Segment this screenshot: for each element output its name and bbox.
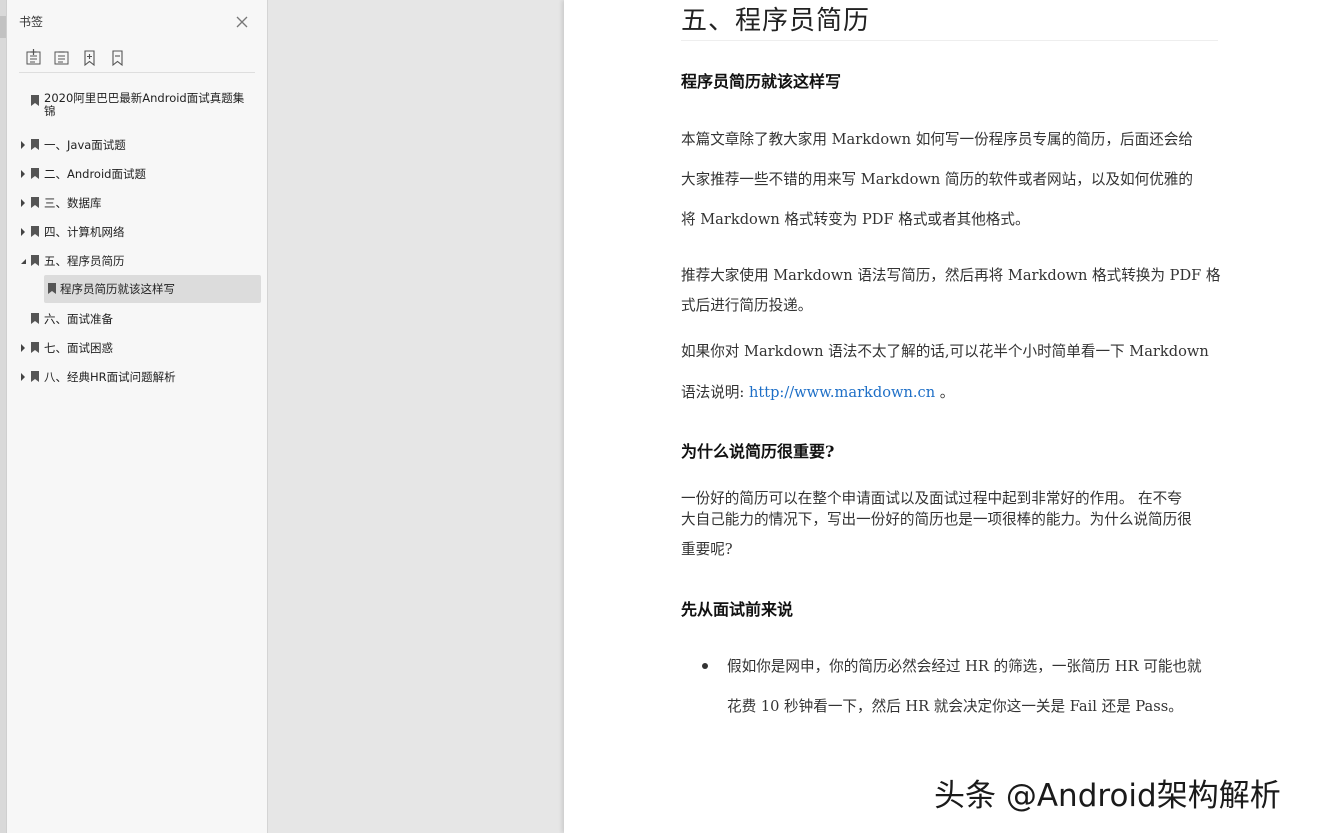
bookmark-ribbon-icon [48,283,56,294]
bookmark-item-java[interactable]: 一、Java面试题 [7,132,267,158]
list-item-line: 花费 10 秒钟看一下，然后 HR 就会决定你这一关是 Fail 还是 Pass… [727,698,1183,715]
syntax-label: 语法说明: [681,384,749,401]
bookmark-ribbon-icon [31,139,39,150]
bookmark-ribbon-icon [31,313,39,324]
bookmark-panel: 书签 2020阿里巴巴最新Android面试真题集锦 一、Java面试题 二、A… [7,0,268,833]
bookmark-toolbar [19,46,255,73]
bookmark-item-interview-prep[interactable]: 六、面试准备 [7,306,267,332]
bookmark-item-resume-how-to[interactable]: 程序员简历就该这样写 [7,275,267,303]
bookmark-label: 程序员简历就该这样写 [60,282,175,296]
caret-right-icon[interactable] [18,372,28,382]
bookmark-ribbon-icon [31,371,39,382]
text-line: 式后进行简历投递。 [681,297,813,314]
document-page: 五、程序员简历 程序员简历就该这样写 本篇文章除了教大家用 Markdown 如… [564,0,1336,833]
bookmark-ribbon-icon [31,95,39,106]
markdown-link[interactable]: http://www.markdown.cn [749,384,935,401]
text-line: 语法说明: http://www.markdown.cn 。 [681,381,954,402]
text-line: 如果你对 Markdown 语法不太了解的话,可以花半个小时简单看一下 Mark… [681,343,1209,360]
text-line: 大自己能力的情况下，写出一份好的简历也是一项很棒的能力。为什么说简历很 [681,511,1192,528]
bookmark-panel-title: 书签 [19,15,44,29]
collapse-all-icon[interactable] [52,48,72,68]
left-edge-strip [0,0,7,833]
bookmark-item-android[interactable]: 二、Android面试题 [7,161,267,187]
page-heading: 五、程序员简历 [681,6,871,36]
caret-down-icon[interactable] [18,256,28,266]
text-line: 重要呢? [681,541,733,558]
caret-right-icon[interactable] [18,198,28,208]
bookmark-label: 七、面试困惑 [44,341,113,355]
text-line: 本篇文章除了教大家用 Markdown 如何写一份程序员专属的简历，后面还会给 [681,131,1193,148]
bookmark-ribbon-icon [31,168,39,179]
bookmark-item-resume[interactable]: 五、程序员简历 [7,248,267,274]
text-line: 一份好的简历可以在整个申请面试以及面试过程中起到非常好的作用。 在不夸 [681,490,1182,507]
text-line: 将 Markdown 格式转变为 PDF 格式或者其他格式。 [681,211,1030,228]
text-line: 推荐大家使用 Markdown 语法写简历，然后再将 Markdown 格式转换… [681,267,1221,284]
bookmark-panel-header: 书签 [7,0,267,44]
bookmark-label: 五、程序员简历 [44,254,125,268]
caret-right-icon[interactable] [18,140,28,150]
bookmark-label: 2020阿里巴巴最新Android面试真题集锦 [44,91,245,118]
bookmark-label: 三、数据库 [44,196,102,210]
bookmark-label: 二、Android面试题 [44,167,146,181]
caret-right-icon[interactable] [18,169,28,179]
bookmark-icon[interactable] [108,48,128,68]
close-icon[interactable] [235,15,249,29]
add-bookmark-icon[interactable] [80,48,100,68]
bookmark-ribbon-icon [31,342,39,353]
bullet-dot [702,663,708,669]
bookmark-item-hr-questions[interactable]: 八、经典HR面试问题解析 [7,364,267,390]
bookmark-label: 八、经典HR面试问题解析 [44,370,176,384]
bookmark-label: 四、计算机网络 [44,225,125,239]
expand-all-icon[interactable] [24,48,44,68]
caret-right-icon[interactable] [18,343,28,353]
bookmark-item-database[interactable]: 三、数据库 [7,190,267,216]
bookmark-ribbon-icon [31,197,39,208]
bookmark-ribbon-icon [31,226,39,237]
period-text: 。 [935,384,955,401]
bookmark-label: 六、面试准备 [44,312,113,326]
list-item-line: 假如你是网申，你的简历必然会经过 HR 的筛选，一张简历 HR 可能也就 [727,658,1202,675]
watermark: 头条 @Android架构解析 [934,778,1281,814]
bookmark-item-network[interactable]: 四、计算机网络 [7,219,267,245]
text-line: 大家推荐一些不错的用来写 Markdown 简历的软件或者网站，以及如何优雅的 [681,171,1193,188]
caret-right-icon[interactable] [18,227,28,237]
bookmark-item-title[interactable]: 2020阿里巴巴最新Android面试真题集锦 [7,88,267,122]
bookmark-ribbon-icon [31,255,39,266]
heading-divider [681,40,1218,41]
panel-tab-marker[interactable] [0,16,6,38]
section-title: 为什么说简历很重要? [681,442,835,461]
bookmark-item-interview-confusion[interactable]: 七、面试困惑 [7,335,267,361]
section-title: 程序员简历就该这样写 [681,72,842,91]
bookmark-label: 一、Java面试题 [44,138,126,152]
section-title: 先从面试前来说 [681,600,794,619]
